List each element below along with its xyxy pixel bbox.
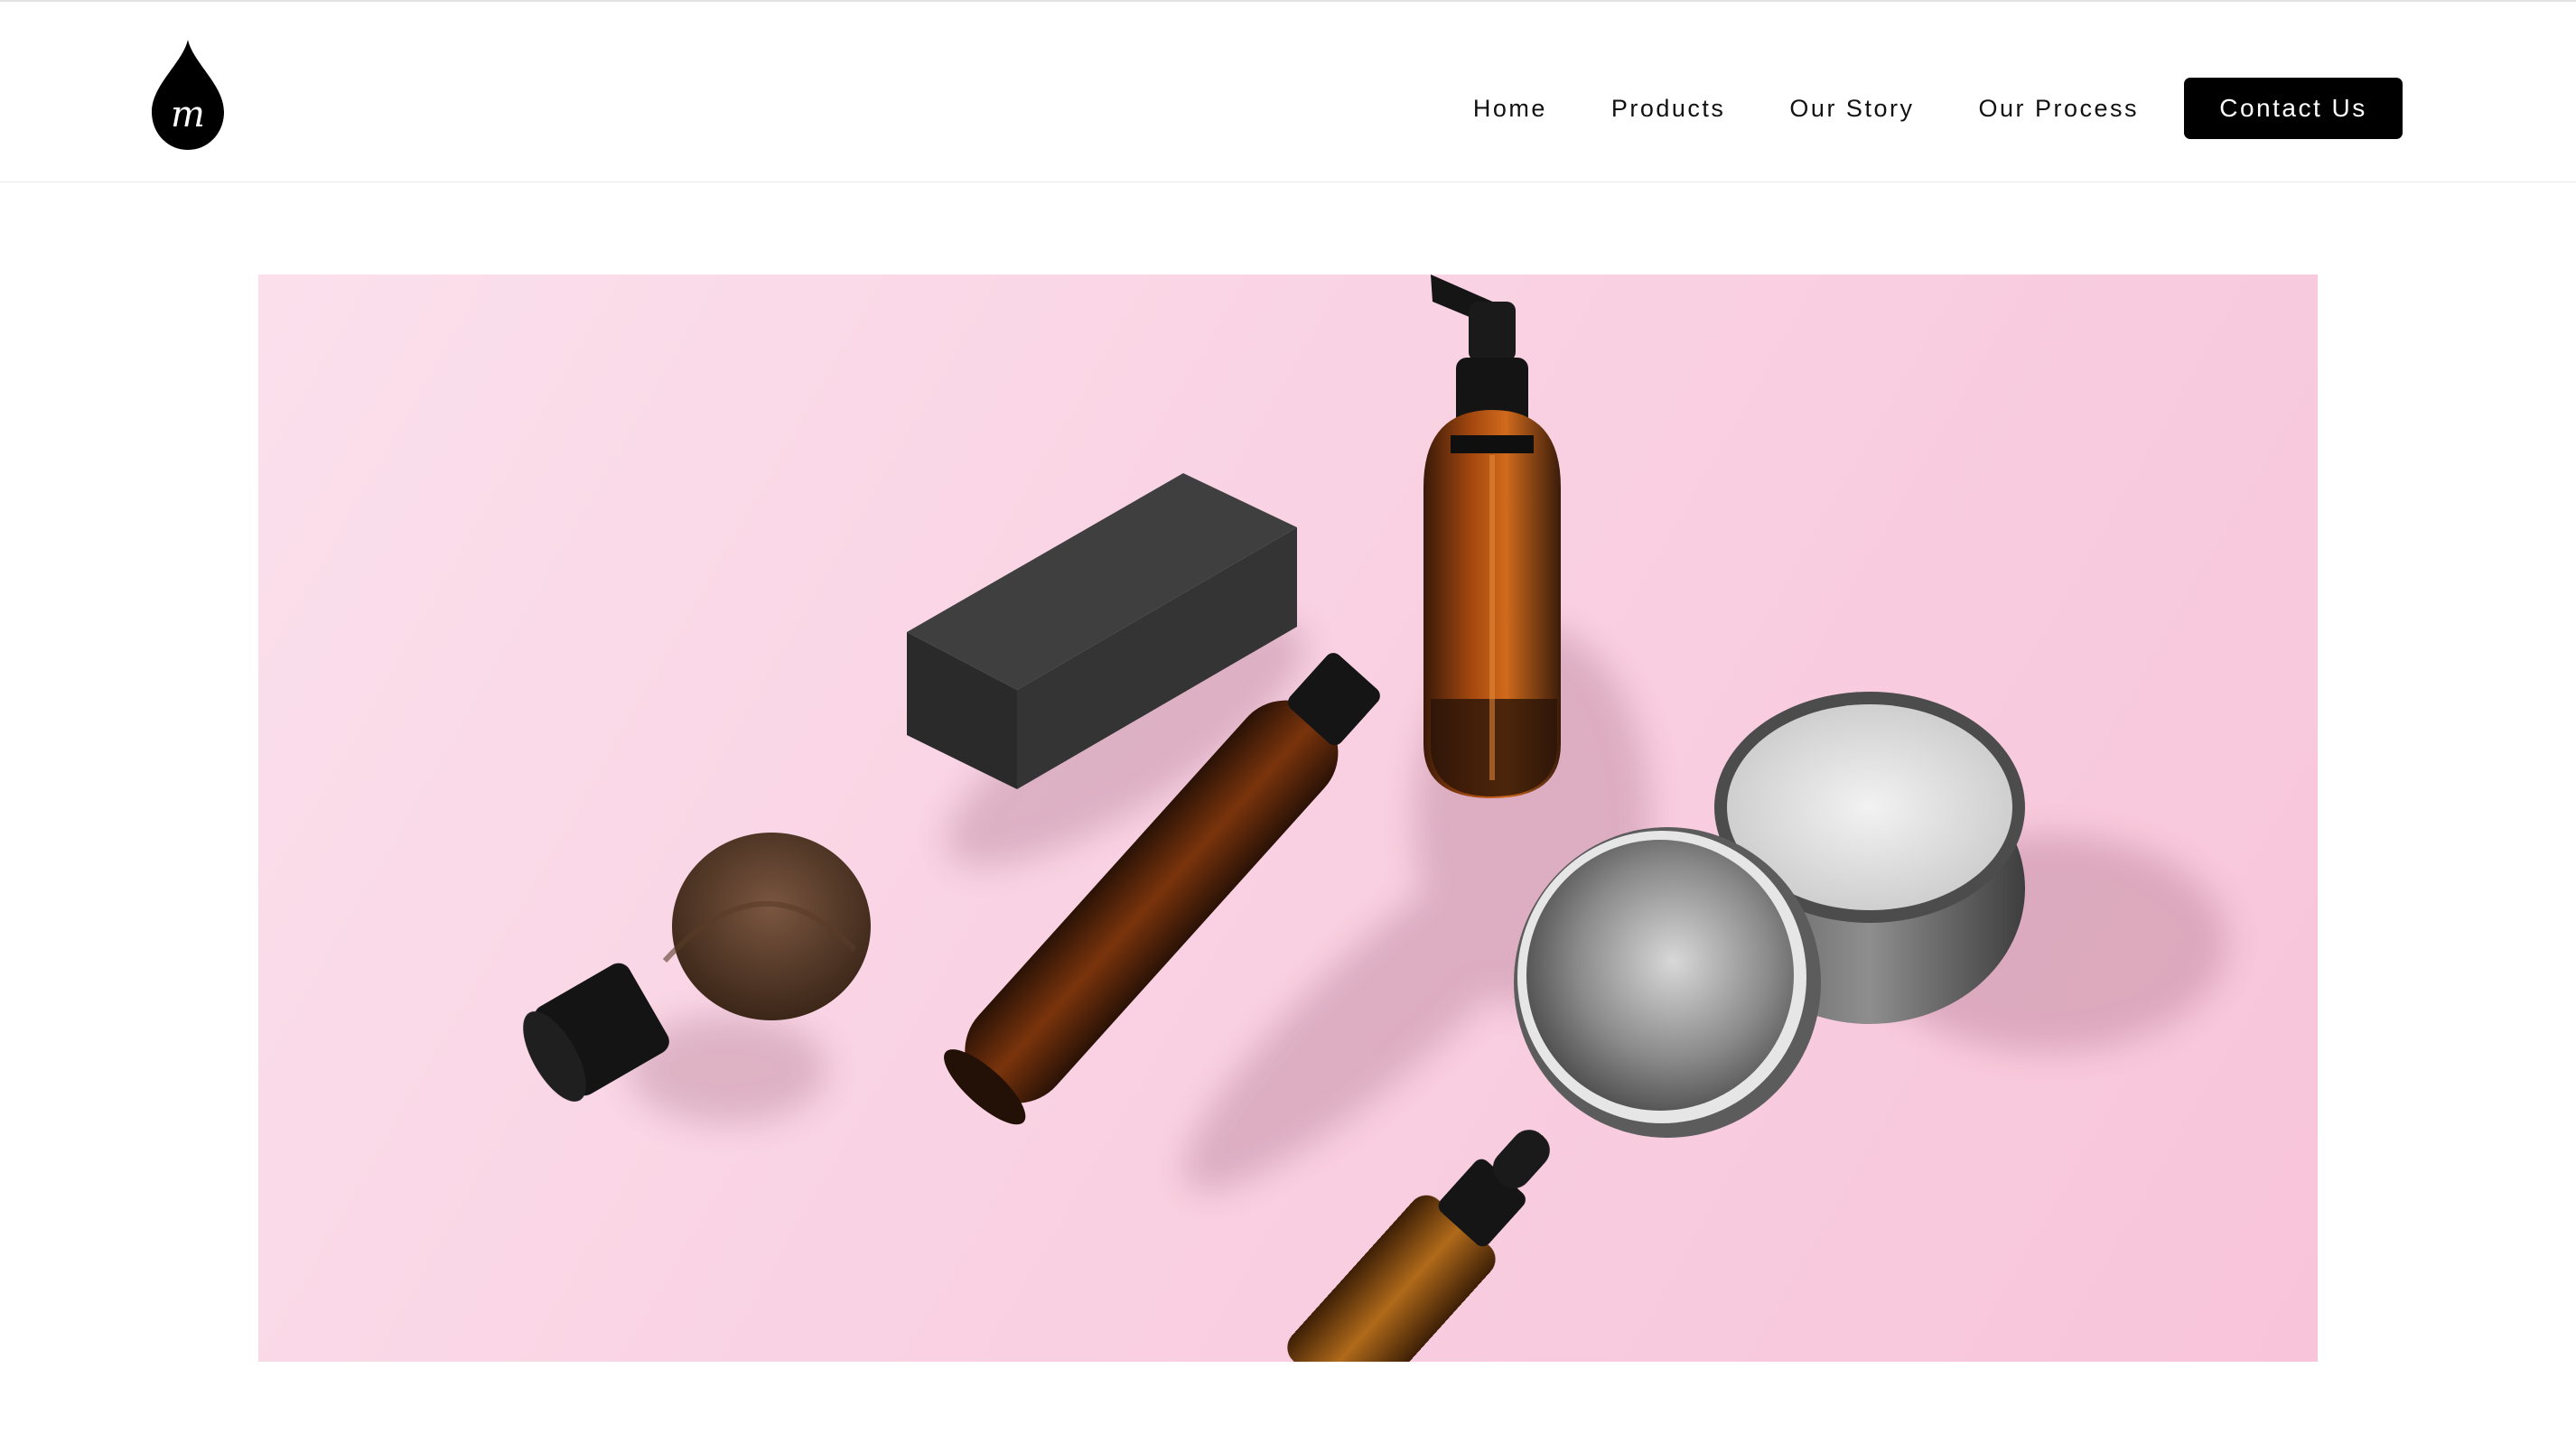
page: m Home Products Our Story Our Process Co… bbox=[0, 0, 2576, 1452]
tin-lid bbox=[1514, 827, 1821, 1138]
nav-our-story[interactable]: Our Story bbox=[1789, 95, 1914, 123]
nav-home[interactable]: Home bbox=[1473, 95, 1547, 123]
logo-letter: m bbox=[171, 94, 205, 135]
drop-logo-icon: m bbox=[152, 40, 224, 150]
cosmetics-illustration bbox=[523, 275, 2227, 1362]
nav-products[interactable]: Products bbox=[1611, 95, 1726, 123]
logo-link[interactable]: m bbox=[152, 40, 224, 150]
site-header: m Home Products Our Story Our Process Co… bbox=[0, 2, 2576, 182]
dropper-bottle bbox=[1287, 1130, 1550, 1362]
main-nav: Home Products Our Story Our Process Cont… bbox=[1473, 76, 2403, 141]
pump-bottle bbox=[1423, 275, 1561, 798]
contact-us-button[interactable]: Contact Us bbox=[2184, 78, 2403, 139]
hero-image bbox=[258, 275, 2318, 1362]
nav-our-process[interactable]: Our Process bbox=[1978, 95, 2139, 123]
